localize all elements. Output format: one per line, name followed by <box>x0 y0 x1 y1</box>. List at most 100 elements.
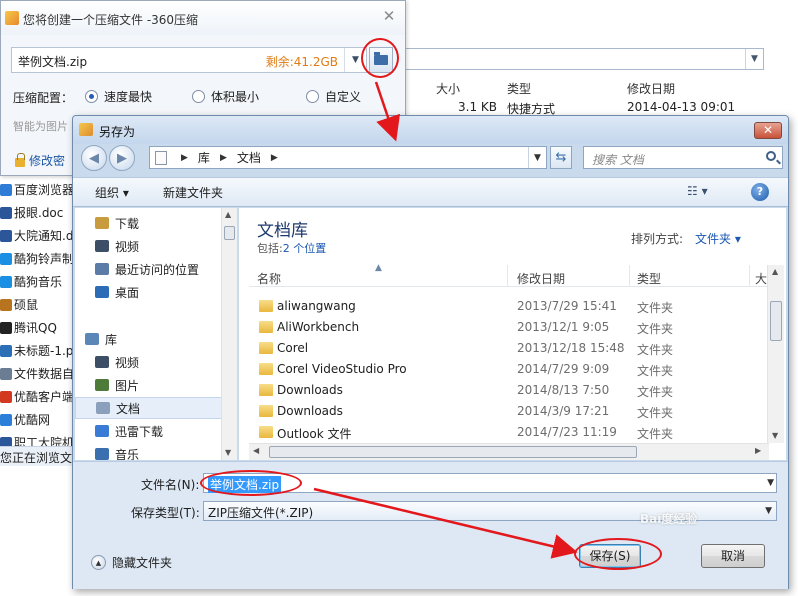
arrange-by-dropdown[interactable]: 文件夹 ▾ <box>695 230 741 247</box>
library-icon <box>85 333 99 345</box>
nav-item[interactable]: 库 <box>75 328 235 350</box>
chevron-down-icon[interactable]: ▼ <box>767 478 774 488</box>
close-icon[interactable]: ✕ <box>754 122 782 139</box>
scroll-thumb[interactable] <box>770 301 782 341</box>
radio-selected-icon[interactable] <box>85 90 98 103</box>
breadcrumb-documents[interactable]: 文档 <box>237 149 261 166</box>
chevron-down-icon[interactable]: ▼ <box>745 49 763 69</box>
locations-link[interactable]: 2 个位置 <box>283 242 327 255</box>
option-smallest[interactable]: 体积最小 <box>192 88 259 105</box>
zip-filename[interactable]: 举例文档.zip <box>18 53 87 70</box>
image-file-icon <box>0 344 12 357</box>
folder-icon <box>259 300 273 312</box>
chevron-down-icon[interactable]: ▼ <box>765 506 772 516</box>
chevron-right-icon[interactable]: ▶ <box>271 153 278 163</box>
column-divider[interactable] <box>507 265 508 287</box>
column-name[interactable]: 名称 <box>257 270 281 287</box>
scroll-down-icon[interactable]: ▼ <box>225 448 231 457</box>
file-row[interactable]: Downloads 2014/3/9 17:21 文件夹 <box>249 401 769 422</box>
background-address-bar[interactable]: ▼ <box>400 48 764 70</box>
vertical-scrollbar[interactable]: ▲ ▼ <box>767 265 784 443</box>
file-row[interactable]: aliwangwang 2013/7/29 15:41 文件夹 <box>249 296 769 317</box>
refresh-icon[interactable]: ⇆ <box>550 146 572 169</box>
nav-scrollbar[interactable]: ▲ ▼ <box>221 208 237 460</box>
desktop-item[interactable]: 优酷网 <box>0 408 72 431</box>
file-row[interactable]: AliWorkbench 2013/12/1 9:05 文件夹 <box>249 317 769 338</box>
nav-item[interactable]: 图片 <box>75 374 235 396</box>
hide-folders-toggle[interactable]: ▲ 隐藏文件夹 <box>91 554 172 571</box>
option-custom[interactable]: 自定义 <box>306 88 361 105</box>
zip-path-input[interactable]: 举例文档.zip 剩余:41.2GB ▼ <box>11 47 367 73</box>
thunder-icon <box>95 425 109 437</box>
change-password-link[interactable]: 修改密 <box>15 152 65 169</box>
nav-item[interactable]: 下载 <box>75 212 235 234</box>
close-icon[interactable]: ✕ <box>379 7 399 25</box>
search-icon[interactable] <box>766 151 776 161</box>
column-date[interactable]: 修改日期 <box>517 270 565 287</box>
address-bar[interactable]: ▶ 库 ▶ 文档 ▶ ▼ <box>149 146 547 169</box>
desktop-item[interactable]: 酷狗铃声制 <box>0 247 72 270</box>
option-label: 速度最快 <box>104 90 153 104</box>
scroll-up-icon[interactable]: ▲ <box>225 210 231 219</box>
option-fastest[interactable]: 速度最快 <box>85 88 152 105</box>
file-row[interactable]: Corel 2013/12/18 15:48 文件夹 <box>249 338 769 359</box>
scroll-down-icon[interactable]: ▼ <box>772 431 778 440</box>
desktop-item[interactable]: 大院通知.d <box>0 224 72 247</box>
column-divider[interactable] <box>749 265 750 287</box>
desktop-item[interactable]: 优酷客户端 <box>0 385 72 408</box>
chevron-up-icon[interactable]: ▲ <box>91 555 106 570</box>
desktop-item[interactable]: 未标题-1.p <box>0 339 72 362</box>
arrange-by-label: 排列方式: <box>631 232 684 246</box>
new-folder-button[interactable]: 新建文件夹 <box>163 184 223 201</box>
radio-icon[interactable] <box>192 90 205 103</box>
bg-column-type[interactable]: 类型 <box>507 80 531 97</box>
column-type[interactable]: 类型 <box>637 270 661 287</box>
nav-item[interactable]: 迅雷下载 <box>75 420 235 442</box>
desktop-item[interactable]: 文件数据自 <box>0 362 72 385</box>
breadcrumb-library[interactable]: 库 <box>198 149 210 166</box>
help-icon[interactable]: ? <box>751 183 769 201</box>
search-input[interactable]: 搜索 文档 <box>583 146 783 169</box>
scroll-thumb[interactable] <box>224 226 235 240</box>
desktop-item-label: 报眼.doc <box>14 206 64 220</box>
nav-item[interactable]: 桌面 <box>75 281 235 303</box>
scroll-right-icon[interactable]: ▶ <box>755 446 761 455</box>
desktop-item[interactable]: 报眼.doc <box>0 201 72 224</box>
lock-icon <box>15 152 25 167</box>
desktop-item[interactable]: 腾讯QQ <box>0 316 72 339</box>
horizontal-scrollbar[interactable]: ◀ ▶ <box>249 443 769 460</box>
chevron-right-icon[interactable]: ▶ <box>220 153 227 163</box>
bg-column-size[interactable]: 大小 <box>436 80 460 97</box>
views-menu[interactable]: ☷ ▾ <box>687 184 708 198</box>
file-row[interactable]: Outlook 文件 2014/7/23 11:19 文件夹 <box>249 422 769 443</box>
nav-item[interactable]: 最近访问的位置 <box>75 258 235 280</box>
column-size[interactable]: 大 <box>755 270 767 287</box>
desktop-item[interactable]: 酷狗音乐 <box>0 270 72 293</box>
nav-item[interactable]: 视频 <box>75 351 235 373</box>
scroll-up-icon[interactable]: ▲ <box>772 267 778 276</box>
nav-item[interactable]: 音乐 <box>75 443 235 460</box>
chevron-down-icon[interactable]: ▼ <box>528 147 546 168</box>
library-includes: 包括:2 个位置 <box>257 240 326 256</box>
bg-column-date[interactable]: 修改日期 <box>627 80 675 97</box>
nav-item[interactable]: 文档 <box>75 397 235 419</box>
organize-menu[interactable]: 组织 ▾ <box>95 184 129 201</box>
nav-item-label: 迅雷下载 <box>115 424 164 439</box>
filetype-label: 保存类型(T): <box>131 506 200 520</box>
desktop-item[interactable]: 硕鼠 <box>0 293 72 316</box>
scroll-left-icon[interactable]: ◀ <box>253 446 259 455</box>
file-row[interactable]: Corel VideoStudio Pro 2014/7/29 9:09 文件夹 <box>249 359 769 380</box>
radio-icon[interactable] <box>306 90 319 103</box>
cancel-button[interactable]: 取消 <box>701 544 765 568</box>
chevron-right-icon[interactable]: ▶ <box>181 153 188 163</box>
back-arrow-icon[interactable]: ◀ <box>81 145 107 171</box>
column-divider[interactable] <box>629 265 630 287</box>
forward-arrow-icon[interactable]: ▶ <box>109 145 135 171</box>
nav-item[interactable]: 视频 <box>75 235 235 257</box>
file-type: 文件夹 <box>637 406 674 420</box>
scroll-thumb[interactable] <box>269 446 637 458</box>
file-row[interactable]: Downloads 2014/8/13 7:50 文件夹 <box>249 380 769 401</box>
folder-icon <box>259 363 273 375</box>
desktop-item[interactable]: 百度浏览器 <box>0 178 72 201</box>
file-name: Downloads <box>277 383 343 397</box>
